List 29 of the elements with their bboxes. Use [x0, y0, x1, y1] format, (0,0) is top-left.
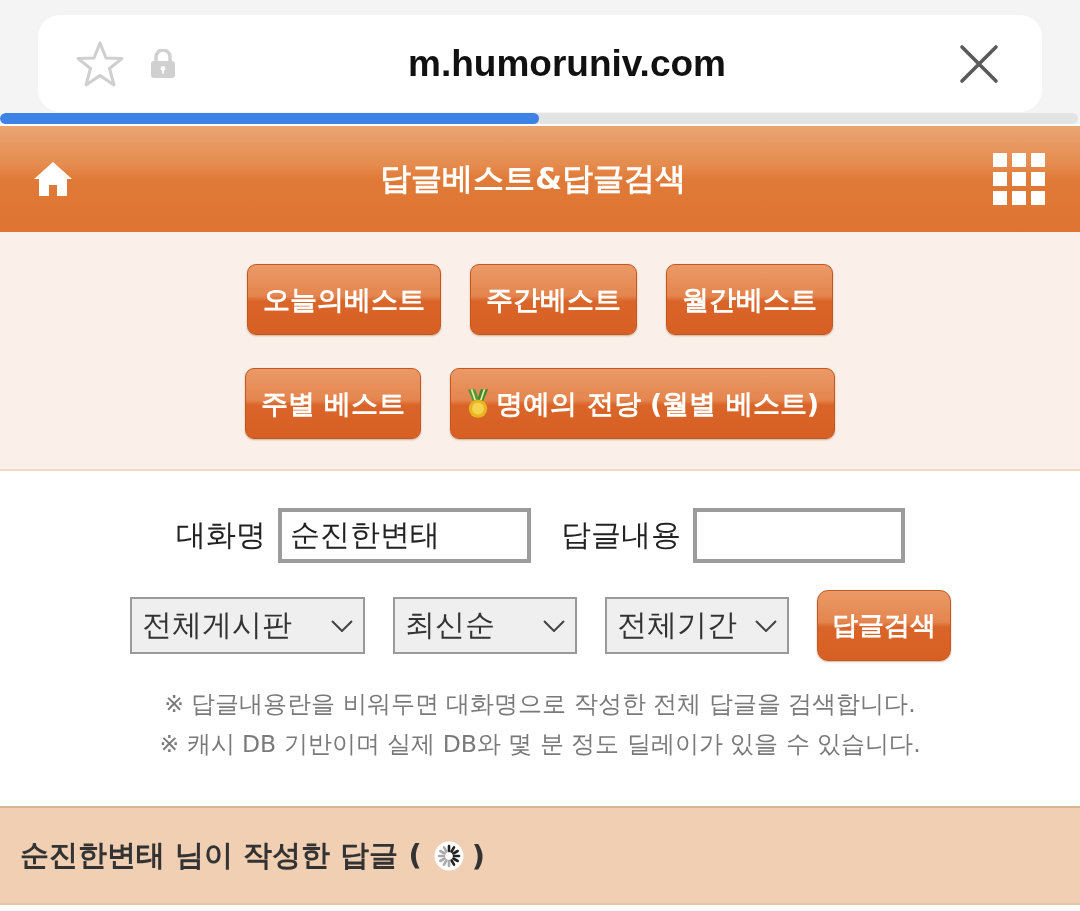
results-title-end: ) [471, 838, 485, 873]
best-button[interactable]: 명예의 전당 (월별 베스트) [450, 368, 836, 439]
field-label: 대화명 [175, 516, 266, 554]
dropdown[interactable]: 전체게시판 [129, 597, 365, 654]
input-field[interactable] [692, 508, 905, 563]
best-button[interactable]: 주간베스트 [470, 264, 637, 335]
field-label: 답글내용 [560, 516, 681, 554]
best-button[interactable]: 주별 베스트 [244, 368, 422, 439]
chevron-down-icon [754, 619, 777, 632]
input-field[interactable]: 순진한변태 [277, 508, 531, 563]
star-icon[interactable] [75, 39, 125, 88]
results-title: 순진한변태 님이 작성한 답글 ( [20, 836, 422, 874]
close-icon[interactable] [959, 43, 999, 84]
medal-icon [466, 388, 491, 419]
best-button[interactable]: 월간베스트 [666, 264, 833, 335]
help-note: ※ 답글내용란을 비워두면 대화명으로 작성한 전체 답글을 검색합니다. [163, 689, 917, 720]
chevron-down-icon [542, 619, 565, 632]
best-button[interactable]: 오늘의베스트 [247, 264, 441, 335]
page-title: 답글베스트&답글검색 [379, 159, 686, 198]
home-icon[interactable] [33, 161, 73, 197]
url-text: m.humoruniv.com [408, 42, 726, 85]
help-note: ※ 캐시 DB 기반이며 실제 DB와 몇 분 정도 딜레이가 있을 수 있습니다. [159, 729, 921, 760]
address-bar[interactable]: m.humoruniv.com [38, 15, 1042, 112]
search-button[interactable]: 답글검색 [816, 590, 951, 661]
grid-menu-icon[interactable] [993, 153, 1046, 205]
dropdown[interactable]: 전체기간 [604, 597, 789, 654]
chevron-down-icon [330, 619, 353, 632]
dropdown[interactable]: 최신순 [392, 597, 577, 654]
lock-icon [151, 49, 175, 78]
